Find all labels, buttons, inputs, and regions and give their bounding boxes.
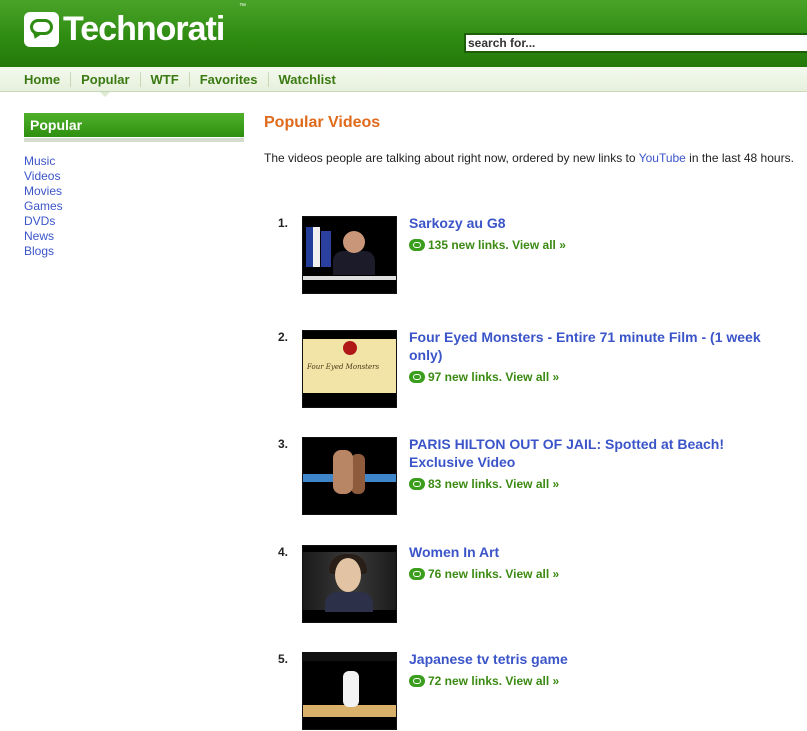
trademark-symbol: ™ bbox=[239, 3, 246, 10]
site-header: Technorati ™ bbox=[0, 0, 807, 67]
video-thumbnail[interactable] bbox=[302, 652, 397, 730]
video-rank: 4. bbox=[278, 545, 289, 559]
link-count: 76 new links. bbox=[428, 567, 503, 581]
page-title: Popular Videos bbox=[264, 114, 381, 131]
sidebar-links: Music Videos Movies Games DVDs News Blog… bbox=[24, 154, 63, 259]
video-title[interactable]: Four Eyed Monsters - Entire 71 minute Fi… bbox=[409, 328, 789, 364]
video-thumbnail[interactable] bbox=[302, 545, 397, 623]
sidebar-link-videos[interactable]: Videos bbox=[24, 169, 63, 184]
link-count-icon bbox=[409, 478, 425, 490]
video-thumbnail[interactable] bbox=[302, 216, 397, 294]
video-title[interactable]: Women In Art bbox=[409, 543, 789, 561]
intro-text-start: The videos people are talking about righ… bbox=[264, 151, 639, 165]
video-thumbnail[interactable]: Four Eyed Monsters bbox=[302, 330, 397, 408]
technorati-logo-icon bbox=[24, 11, 59, 47]
link-count-icon bbox=[409, 675, 425, 687]
nav-watchlist[interactable]: Watchlist bbox=[267, 72, 346, 87]
intro-text-end: in the last 48 hours. bbox=[685, 151, 794, 165]
link-count: 72 new links. bbox=[428, 674, 503, 688]
search-input[interactable] bbox=[464, 33, 807, 53]
video-item: 1. Sarkozy au G8 135 new links. View all… bbox=[264, 214, 804, 296]
sidebar-heading: Popular bbox=[24, 113, 244, 137]
video-links: 97 new links. View all » bbox=[409, 370, 559, 384]
video-title[interactable]: Japanese tv tetris game bbox=[409, 650, 789, 668]
video-rank: 5. bbox=[278, 652, 289, 666]
view-all-link[interactable]: View all » bbox=[505, 674, 559, 688]
video-item: 5. Japanese tv tetris game 72 new links.… bbox=[264, 650, 804, 731]
sidebar-link-blogs[interactable]: Blogs bbox=[24, 244, 63, 259]
youtube-link[interactable]: YouTube bbox=[639, 151, 686, 165]
link-count-icon bbox=[409, 239, 425, 251]
sidebar-link-news[interactable]: News bbox=[24, 229, 63, 244]
video-title[interactable]: PARIS HILTON OUT OF JAIL: Spotted at Bea… bbox=[409, 435, 789, 471]
view-all-link[interactable]: View all » bbox=[505, 567, 559, 581]
video-item: 4. Women In Art 76 new links. View all » bbox=[264, 543, 804, 625]
view-all-link[interactable]: View all » bbox=[505, 477, 559, 491]
nav-home[interactable]: Home bbox=[14, 72, 70, 87]
video-item: 3. PARIS HILTON OUT OF JAIL: Spotted at … bbox=[264, 435, 804, 517]
logo-text: Technorati bbox=[63, 10, 225, 48]
intro-text: The videos people are talking about righ… bbox=[264, 151, 794, 166]
thumbnail-caption: Four Eyed Monsters bbox=[307, 363, 380, 371]
video-rank: 3. bbox=[278, 437, 289, 451]
link-count: 83 new links. bbox=[428, 477, 503, 491]
video-rank: 2. bbox=[278, 330, 289, 344]
nav-wtf[interactable]: WTF bbox=[139, 72, 189, 87]
link-count-icon bbox=[409, 371, 425, 383]
view-all-link[interactable]: View all » bbox=[512, 238, 566, 252]
link-count: 135 new links. bbox=[428, 238, 509, 252]
technorati-logo[interactable]: Technorati bbox=[24, 10, 225, 48]
video-title[interactable]: Sarkozy au G8 bbox=[409, 214, 789, 232]
video-item: 2. Four Eyed Monsters Four Eyed Monsters… bbox=[264, 328, 804, 410]
main-nav: Home Popular WTF Favorites Watchlist bbox=[0, 67, 807, 97]
view-all-link[interactable]: View all » bbox=[505, 370, 559, 384]
sidebar-link-music[interactable]: Music bbox=[24, 154, 63, 169]
sidebar-link-dvds[interactable]: DVDs bbox=[24, 214, 63, 229]
link-count-icon bbox=[409, 568, 425, 580]
nav-favorites[interactable]: Favorites bbox=[188, 72, 268, 87]
video-links: 83 new links. View all » bbox=[409, 477, 559, 491]
link-count: 97 new links. bbox=[428, 370, 503, 384]
nav-popular[interactable]: Popular bbox=[70, 72, 139, 97]
sidebar-link-movies[interactable]: Movies bbox=[24, 184, 63, 199]
video-thumbnail[interactable] bbox=[302, 437, 397, 515]
video-links: 135 new links. View all » bbox=[409, 238, 566, 252]
video-rank: 1. bbox=[278, 216, 289, 230]
sidebar-link-games[interactable]: Games bbox=[24, 199, 63, 214]
video-links: 72 new links. View all » bbox=[409, 674, 559, 688]
video-links: 76 new links. View all » bbox=[409, 567, 559, 581]
sidebar-divider bbox=[24, 138, 244, 142]
